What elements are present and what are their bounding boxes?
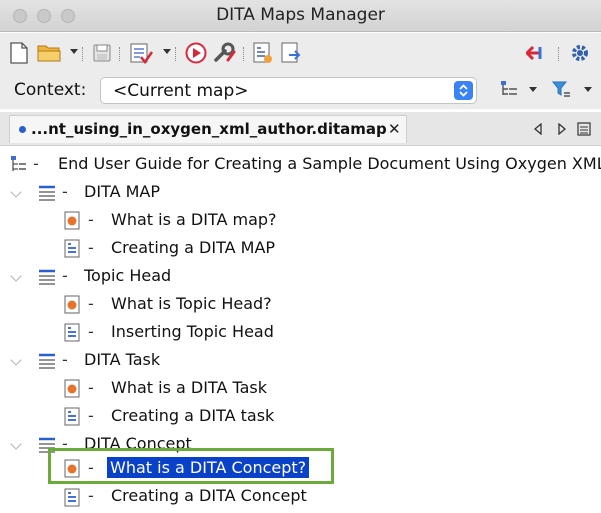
tree-topic-row[interactable]: - Creating a DITA MAP	[0, 235, 601, 263]
validate-dropdown-caret[interactable]	[163, 49, 171, 54]
topichead-icon	[38, 185, 56, 205]
task-topic-icon	[64, 323, 80, 346]
map-tab-label: ...nt_using_in_oxygen_xml_author.ditamap	[31, 120, 387, 138]
tree-group-label: DITA MAP	[84, 182, 160, 201]
open-dropdown-caret[interactable]	[70, 49, 78, 54]
select-arrows-icon[interactable]	[454, 81, 473, 100]
tab-list-icon[interactable]	[576, 117, 592, 141]
context-select-value: <Current map>	[113, 81, 249, 101]
tree-dash: -	[88, 406, 94, 425]
tree-topic-row[interactable]: - Inserting Topic Head	[0, 319, 601, 347]
concept-topic-icon	[64, 211, 80, 234]
toolbar-separator	[119, 47, 121, 61]
title-bar: DITA Maps Manager	[0, 0, 601, 32]
tree-dash: -	[88, 238, 94, 257]
toolbar-separator	[175, 47, 177, 61]
chevron-down-icon[interactable]	[10, 186, 22, 198]
context-select[interactable]: <Current map>	[100, 77, 477, 104]
task-topic-icon	[64, 488, 80, 511]
map-tab[interactable]: ...nt_using_in_oxygen_xml_author.ditamap…	[9, 115, 407, 143]
topichead-icon	[38, 353, 56, 373]
export-icon[interactable]	[280, 41, 302, 65]
tree-dropdown-caret[interactable]	[529, 87, 537, 92]
chevron-down-icon[interactable]	[10, 438, 22, 450]
settings-icon[interactable]	[566, 41, 594, 65]
tree-dash: -	[88, 294, 94, 313]
concept-topic-icon	[64, 295, 80, 318]
tree-outline-icon[interactable]	[498, 77, 520, 101]
window-title: DITA Maps Manager	[216, 5, 385, 25]
tree-topic-label: Creating a DITA Concept	[111, 486, 307, 505]
scroll-tabs-left-icon[interactable]	[531, 117, 545, 141]
chevron-down-icon[interactable]	[10, 354, 22, 366]
topichead-icon	[38, 269, 56, 289]
toolbar-separator	[82, 47, 84, 61]
tree-topic-label: What is Topic Head?	[111, 294, 272, 313]
tree-topic-label: Creating a DITA task	[111, 406, 275, 425]
tree-dash: -	[88, 322, 94, 341]
filter-dropdown-caret[interactable]	[584, 87, 592, 92]
tree-topic-row[interactable]: - What is Topic Head?	[0, 291, 601, 319]
tree-topic-label: Creating a DITA MAP	[111, 238, 276, 257]
tree-topic-label: Inserting Topic Head	[111, 322, 274, 341]
concept-topic-icon	[64, 379, 80, 402]
tree-topic-row[interactable]: - Creating a DITA task	[0, 403, 601, 431]
task-topic-icon	[64, 239, 80, 262]
tree-dash: -	[62, 350, 68, 369]
task-topic-icon	[64, 407, 80, 430]
tree-group-label: Topic Head	[84, 266, 172, 285]
tree-dash: -	[62, 182, 68, 201]
tree-topic-label: What is a DITA Task	[111, 378, 268, 397]
save-icon[interactable]	[91, 41, 113, 65]
scroll-tabs-right-icon[interactable]	[555, 117, 569, 141]
open-map-icon[interactable]	[252, 41, 274, 65]
tree-dash: -	[88, 486, 94, 505]
tree-topic-row[interactable]: - What is a DITA Task	[0, 375, 601, 403]
modified-indicator	[19, 126, 26, 133]
open-folder-icon[interactable]	[36, 41, 62, 65]
configure-transform-icon[interactable]	[212, 41, 238, 65]
link-back-icon[interactable]	[524, 41, 550, 65]
tree-topic-label: What is a DITA map?	[111, 210, 277, 229]
context-label: Context:	[14, 80, 87, 100]
filter-icon[interactable]	[550, 77, 572, 101]
selection-highlight-outline	[48, 448, 334, 484]
toolbar	[0, 33, 601, 73]
toolbar-separator	[243, 47, 245, 61]
tree-group-row[interactable]: - DITA Task	[0, 347, 601, 375]
transform-icon[interactable]	[183, 41, 209, 65]
close-tab-icon[interactable]: ✕	[388, 120, 401, 138]
tree-root-row[interactable]: - End User Guide for Creating a Sample D…	[0, 151, 601, 179]
tree-root-label: End User Guide for Creating a Sample Doc…	[58, 154, 601, 173]
editor-tab-row: ...nt_using_in_oxygen_xml_author.ditamap…	[0, 112, 601, 146]
tree-group-label: DITA Task	[84, 350, 161, 369]
tree-group-row[interactable]: - DITA MAP	[0, 179, 601, 207]
map-root-icon	[10, 155, 28, 177]
tree-dash: -	[88, 210, 94, 229]
tree-dash: -	[62, 266, 68, 285]
tree-dash: -	[88, 378, 94, 397]
chevron-down-icon[interactable]	[10, 270, 22, 282]
toolbar-separator	[558, 47, 560, 61]
tree-dash: -	[33, 154, 39, 173]
new-file-icon[interactable]	[8, 41, 30, 65]
validate-icon[interactable]	[128, 41, 154, 65]
tree-topic-row[interactable]: - What is a DITA map?	[0, 207, 601, 235]
tree-topic-row[interactable]: - Creating a DITA Concept	[0, 485, 601, 513]
tree-group-row[interactable]: - Topic Head	[0, 263, 601, 291]
context-row: Context: <Current map>	[0, 73, 601, 109]
